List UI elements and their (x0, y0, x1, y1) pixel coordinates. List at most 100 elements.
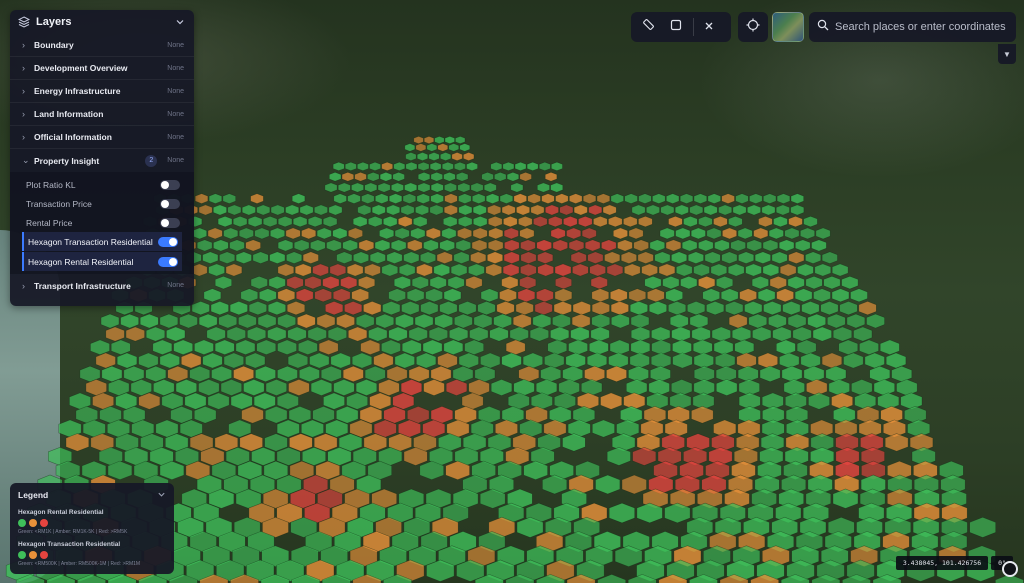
hexagon-cell (437, 143, 449, 152)
hexagon-cell (763, 300, 782, 316)
clear-drawing-button[interactable] (698, 15, 721, 39)
layer-group-land-information[interactable]: › Land Information None (10, 103, 194, 126)
sublayer-toggle[interactable] (160, 198, 180, 209)
hexagon-cell (401, 339, 422, 356)
hexagon-cell (471, 239, 488, 252)
hexagon-cell (589, 263, 606, 277)
locate-button[interactable] (738, 12, 768, 42)
hexagon-cell (581, 227, 597, 240)
legend-title: Legend (18, 490, 49, 500)
hexagon-cell (277, 313, 297, 329)
search-input[interactable] (835, 21, 1007, 33)
hexagon-cell (737, 365, 759, 383)
amber-swatch (29, 519, 37, 527)
hexagon-cell (499, 288, 517, 303)
search-options-dropdown[interactable]: ▼ (998, 44, 1016, 64)
cursor-coordinates: 3.438045, 101.426756 (896, 556, 988, 570)
hexagon-cell (691, 326, 711, 342)
hexagon-cell (658, 263, 676, 277)
hexagon-cell (235, 251, 252, 264)
close-icon (704, 18, 714, 36)
hexagon-cell (301, 227, 317, 240)
layer-group-status: None (167, 41, 184, 49)
hexagon-cell (208, 263, 225, 277)
hexagon-cell (550, 326, 570, 342)
chevron-down-icon[interactable] (174, 16, 186, 28)
hexagon-cell (392, 171, 405, 182)
hexagon-cell (494, 171, 507, 182)
hexagon-cell (571, 313, 591, 329)
hexagon-cell (536, 239, 552, 252)
chevron-down-icon: ▼ (1003, 49, 1011, 59)
hexagon-cell (277, 365, 298, 383)
hexagon-cell (604, 251, 621, 264)
layer-group-boundary[interactable]: › Boundary None (10, 34, 194, 57)
hexagon-cell (457, 182, 471, 193)
hexagon-cell (277, 288, 296, 303)
hexagon-cell (805, 251, 822, 264)
layer-group-development-overview[interactable]: › Development Overview None (10, 57, 194, 80)
layers-panel-header[interactable]: Layers (10, 10, 194, 34)
hexagon-cell (430, 182, 444, 193)
hexagon-cell (167, 365, 189, 383)
hexagon-cell (554, 288, 573, 303)
hexagon-cell (430, 171, 443, 182)
hexagon-cell (414, 313, 434, 329)
basemap-switcher-thumbnail[interactable] (772, 12, 804, 42)
hexagon-cell (502, 161, 515, 172)
hexagon-cell (610, 300, 629, 316)
legend-header[interactable]: Legend (18, 487, 166, 503)
chevron-right-icon: › (22, 280, 25, 291)
sublayer-toggle[interactable] (160, 179, 180, 190)
hexagon-cell (568, 239, 585, 252)
hexagon-cell (612, 227, 628, 240)
sublayer-hexagon-transaction-residential[interactable]: Hexagon Transaction Residential (22, 232, 182, 251)
hexagon-cell (578, 215, 593, 228)
hexagon-cell (593, 215, 608, 228)
hexagon-cell (503, 227, 519, 240)
sublayer-toggle[interactable] (158, 236, 178, 247)
hexagon-cell (519, 227, 535, 240)
sublayer-plot-ratio-kl[interactable]: Plot Ratio KL (10, 175, 194, 194)
hexagon-cell (304, 275, 322, 290)
hexagon-cell (240, 288, 259, 303)
hexagon-cell (490, 379, 513, 396)
hexagon-cell (235, 339, 256, 356)
draw-area-button[interactable] (664, 15, 687, 39)
sublayer-rental-price[interactable]: Rental Price (10, 213, 194, 232)
layer-group-transport-infrastructure[interactable]: › Transport Infrastructure None (10, 274, 194, 297)
legend-panel: Legend Hexagon Rental Residential Green:… (10, 483, 174, 574)
hexagon-cell (254, 227, 270, 240)
hexagon-cell (473, 313, 493, 329)
compass-icon[interactable] (1002, 561, 1018, 577)
hexagon-cell (820, 300, 839, 316)
sublayer-toggle[interactable] (160, 217, 180, 228)
sublayer-transaction-price[interactable]: Transaction Price (10, 194, 194, 213)
hexagon-cell (691, 405, 714, 424)
layer-group-property-insight[interactable]: ⌄ Property Insight 2 None (10, 149, 194, 172)
hexagon-cell (364, 182, 378, 193)
layers-panel: Layers › Boundary None › Development Ove… (10, 10, 194, 306)
hexagon-cell (838, 339, 859, 356)
hexagon-cell (652, 193, 666, 204)
layer-group-official-information[interactable]: › Official Information None (10, 126, 194, 149)
layer-group-energy-infrastructure[interactable]: › Energy Infrastructure None (10, 80, 194, 103)
sublayer-hexagon-rental-residential[interactable]: Hexagon Rental Residential (22, 252, 182, 271)
hexagon-cell (552, 239, 569, 252)
hexagon-cell (550, 227, 566, 240)
hexagon-cell (675, 263, 693, 277)
hexagon-cell (444, 193, 458, 204)
hexagon-cell (787, 275, 805, 290)
hexagon-cell (194, 193, 209, 204)
measure-button[interactable] (637, 15, 660, 39)
hexagon-cell (245, 239, 261, 252)
hexagon-cell (527, 193, 541, 204)
hexagon-cell (550, 161, 563, 172)
hexagon-cell (229, 239, 245, 252)
hexagon-cell (333, 379, 355, 396)
hexagon-cell (485, 263, 503, 277)
hexagon-cell (591, 288, 610, 303)
hexagon-cell (297, 339, 318, 356)
hexagon-cell (713, 339, 734, 356)
sublayer-toggle[interactable] (158, 256, 178, 267)
